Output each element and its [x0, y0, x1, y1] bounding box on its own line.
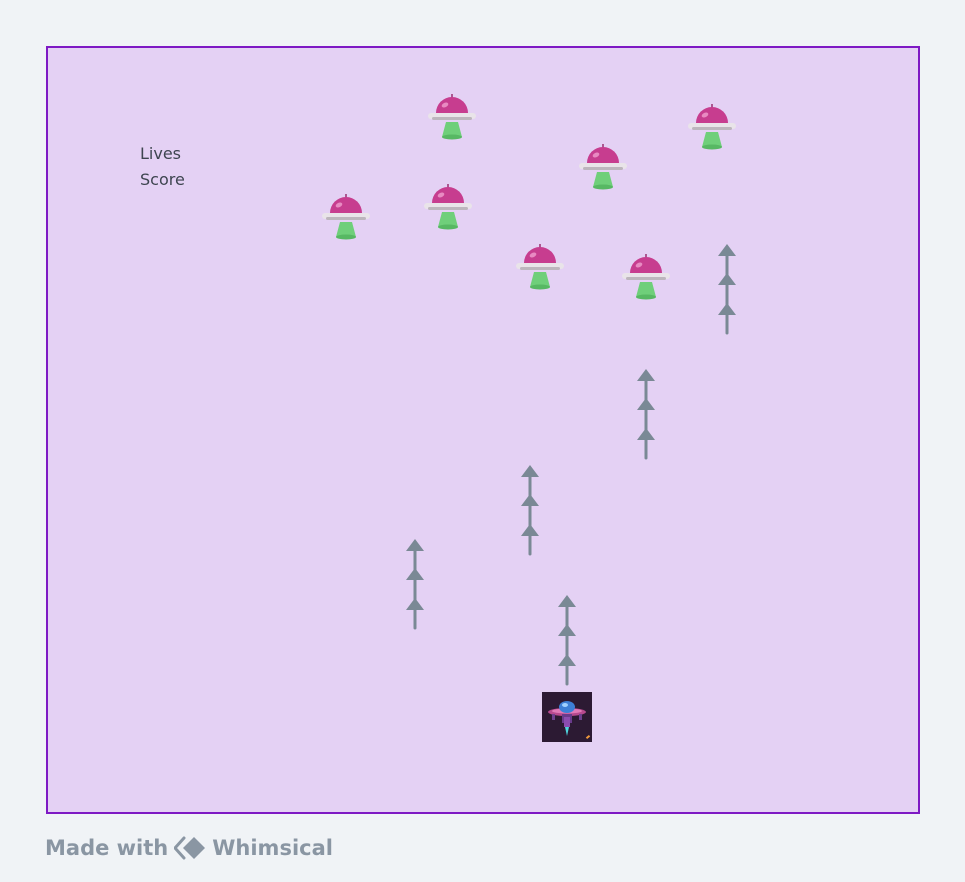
score-label: Score — [140, 170, 185, 189]
arrow-missile-icon — [555, 595, 579, 687]
ufo-icon — [686, 102, 738, 154]
ufo-icon — [577, 142, 629, 194]
brand-name: Whimsical — [212, 836, 333, 860]
ufo-icon — [514, 242, 566, 294]
ufo-icon — [426, 92, 478, 144]
arrow-missile-icon — [518, 465, 542, 557]
made-with-label: Made with — [45, 836, 169, 860]
ufo-icon — [620, 252, 672, 304]
spaceship-icon — [542, 692, 592, 742]
arrow-missile-icon — [403, 539, 427, 631]
hud: Lives Score — [140, 141, 185, 193]
ufo-icon — [320, 192, 372, 244]
whimsical-logo-icon — [174, 836, 206, 860]
arrow-missile-icon — [634, 369, 658, 461]
arrow-missile-icon — [715, 244, 739, 336]
footer-branding[interactable]: Made with Whimsical — [45, 833, 333, 863]
ufo-icon — [422, 182, 474, 234]
player-ship[interactable] — [542, 692, 592, 742]
lives-label: Lives — [140, 144, 182, 163]
